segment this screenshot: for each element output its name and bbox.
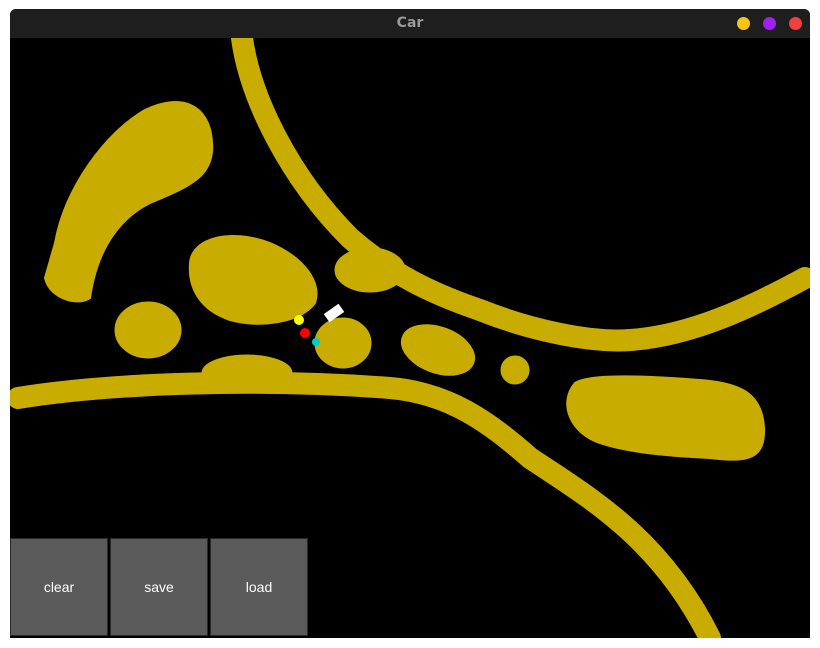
sensor-red (300, 328, 310, 338)
sand-blob-near-car (314, 317, 372, 369)
window-title: Car (396, 15, 424, 31)
sand-blob-center-left (188, 235, 318, 325)
app-window: Car clear save load (10, 9, 810, 638)
load-button[interactable]: load (210, 538, 308, 636)
close-button[interactable] (789, 17, 802, 30)
sand-blob-right (566, 375, 766, 461)
minimize-button[interactable] (737, 17, 750, 30)
sand-blob-mid (400, 324, 476, 376)
title-bar[interactable]: Car (10, 9, 810, 38)
sand-blob-top-left (44, 101, 214, 303)
maximize-button[interactable] (763, 17, 776, 30)
save-button[interactable]: save (110, 538, 208, 636)
sand-dot (500, 355, 530, 385)
sensor-cyan (312, 338, 320, 346)
sand-road-top (231, 38, 810, 352)
sensor-yellow (294, 315, 304, 325)
sand-bump-bottom-road (201, 354, 293, 392)
sand-bump-top-road (334, 247, 406, 293)
clear-button[interactable]: clear (10, 538, 108, 636)
sand-blob-small-left (114, 301, 182, 359)
